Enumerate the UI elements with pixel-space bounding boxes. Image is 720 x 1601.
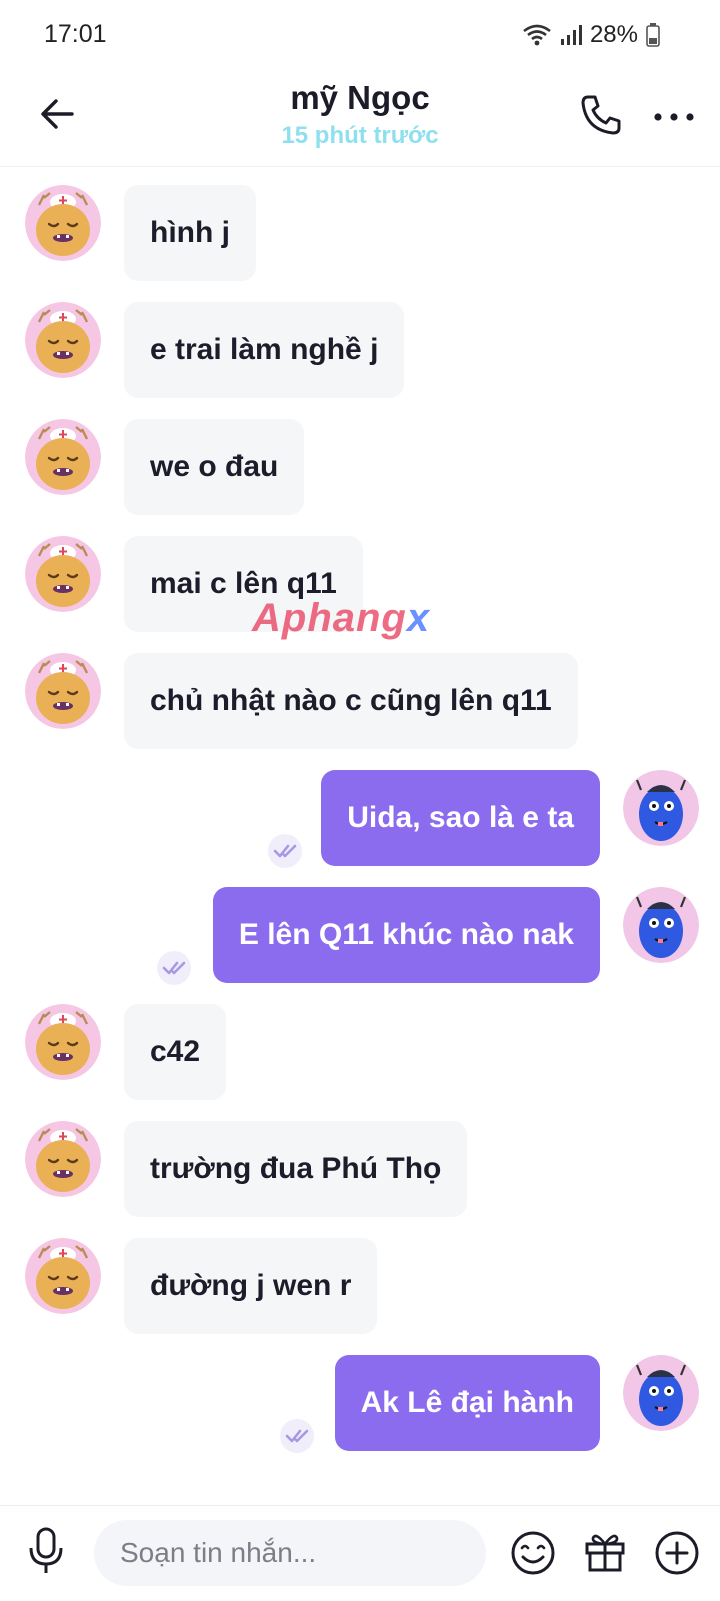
message-bubble[interactable]: hình j <box>124 185 256 281</box>
message-incoming: c42 <box>0 1004 720 1100</box>
gift-button[interactable] <box>582 1528 628 1574</box>
message-bubble[interactable]: Ak Lê đại hành <box>334 1355 600 1451</box>
watermark: Aphangx <box>252 596 431 640</box>
message-incoming: we o đau <box>0 419 720 515</box>
message-bubble[interactable]: we o đau <box>124 419 305 515</box>
plus-icon <box>655 1531 699 1575</box>
message-bubble[interactable]: e trai làm nghề j <box>124 302 405 398</box>
my-avatar[interactable] <box>623 1355 699 1431</box>
mic-button[interactable] <box>26 1526 66 1576</box>
message-incoming: đường j wen r <box>0 1238 720 1334</box>
contact-avatar[interactable] <box>25 536 101 612</box>
seen-check-icon <box>268 834 302 868</box>
wifi-icon <box>522 23 552 47</box>
message-bubble[interactable]: Uida, sao là e ta <box>321 770 600 866</box>
message-incoming: trường đua Phú Thọ <box>0 1121 720 1217</box>
battery-icon <box>646 23 660 47</box>
chat-header: mỹ Ngọc 15 phút trước <box>0 70 720 167</box>
my-avatar[interactable] <box>623 770 699 846</box>
message-bubble[interactable]: chủ nhật nào c cũng lên q11 <box>124 653 578 749</box>
contact-avatar[interactable] <box>25 1238 101 1314</box>
phone-icon <box>581 95 621 135</box>
status-bar: 17:01 28% <box>0 0 720 70</box>
message-list[interactable]: hình je trai làm nghề j we o đau mai c lên… <box>0 167 720 1505</box>
message-incoming: e trai làm nghề j <box>0 302 720 398</box>
contact-avatar[interactable] <box>25 185 101 261</box>
contact-avatar[interactable] <box>25 1121 101 1197</box>
more-icon <box>654 113 694 121</box>
contact-avatar[interactable] <box>25 653 101 729</box>
message-input[interactable] <box>94 1520 486 1586</box>
my-avatar[interactable] <box>623 887 699 963</box>
message-bubble[interactable]: E lên Q11 khúc nào nak <box>212 887 600 983</box>
add-attachment-button[interactable] <box>654 1530 700 1576</box>
emoji-button[interactable] <box>510 1530 556 1576</box>
gift-icon <box>585 1534 625 1572</box>
contact-avatar[interactable] <box>25 419 101 495</box>
status-time: 17:01 <box>44 20 107 48</box>
message-outgoing: Ak Lê đại hành <box>0 1355 720 1453</box>
message-incoming: chủ nhật nào c cũng lên q11 <box>0 653 720 749</box>
message-bubble[interactable]: đường j wen r <box>124 1238 378 1334</box>
more-options-button[interactable] <box>652 110 696 122</box>
message-bubble[interactable]: c42 <box>124 1004 227 1100</box>
message-bubble[interactable]: trường đua Phú Thọ <box>124 1121 468 1217</box>
signal-icon <box>560 24 582 46</box>
contact-avatar[interactable] <box>25 1004 101 1080</box>
seen-check-icon <box>157 951 191 985</box>
mic-icon <box>29 1527 63 1573</box>
seen-check-icon <box>280 1419 314 1453</box>
contact-avatar[interactable] <box>25 302 101 378</box>
status-icons: 28% <box>522 20 660 50</box>
call-button[interactable] <box>578 92 624 138</box>
message-outgoing: E lên Q11 khúc nào nak <box>0 887 720 985</box>
message-incoming: hình j <box>0 185 720 281</box>
emoji-icon <box>511 1531 555 1575</box>
battery-percent: 28% <box>589 21 638 48</box>
composer <box>0 1505 720 1601</box>
message-outgoing: Uida, sao là e ta <box>0 770 720 868</box>
